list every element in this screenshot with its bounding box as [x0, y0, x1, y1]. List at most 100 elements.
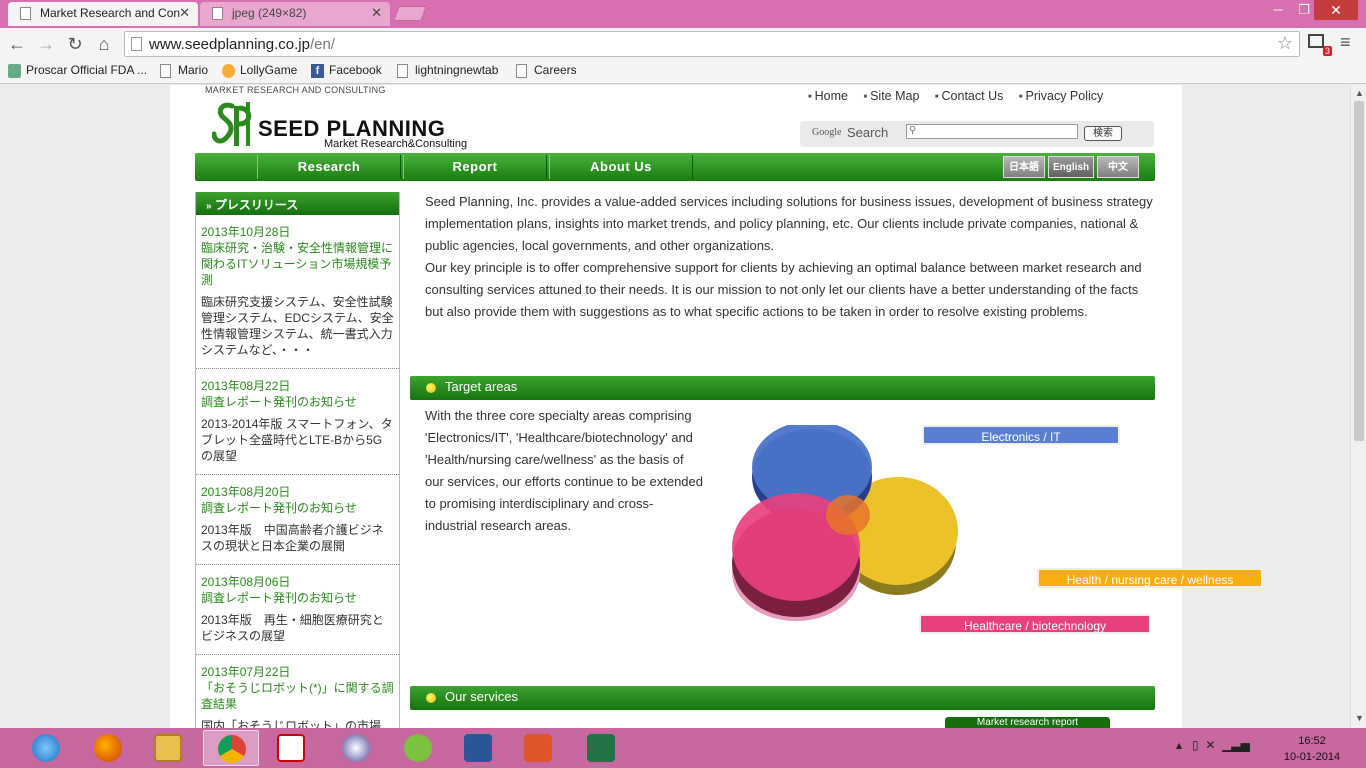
company-intro: Seed Planning, Inc. provides a value-add…	[425, 191, 1155, 323]
home-icon[interactable]: ⌂	[92, 32, 116, 56]
privacy-policy-link[interactable]: Privacy Policy	[1019, 89, 1103, 103]
lang-english[interactable]: English	[1048, 156, 1094, 178]
lollygame-icon	[222, 64, 235, 78]
news-date: 2013年07月22日	[201, 665, 291, 679]
taskbar-file-explorer[interactable]	[140, 730, 196, 766]
news-title[interactable]: 調査レポート発刊のお知らせ	[201, 394, 394, 410]
news-title[interactable]: 調査レポート発刊のお知らせ	[201, 590, 394, 606]
taskbar-firefox[interactable]	[80, 730, 136, 766]
target-areas-header: Target areas	[410, 376, 1155, 400]
news-title[interactable]: 「おそうじロボット(*)」に関する調査結果	[201, 680, 394, 712]
bookmark-facebook[interactable]: f Facebook	[311, 63, 382, 78]
nav-report[interactable]: Report	[403, 155, 547, 179]
news-item[interactable]: 2013年08月20日 調査レポート発刊のお知らせ 2013年版 中国高齢者介護…	[196, 475, 399, 565]
page-icon	[516, 64, 527, 78]
bullet-icon	[426, 693, 436, 703]
bookmark-lollygame[interactable]: LollyGame	[222, 63, 297, 78]
windows-taskbar: ▴ ▯ ✕ ▁▃▅ 16:52 10-01-2014	[0, 728, 1366, 768]
taskbar-internet-explorer[interactable]	[18, 730, 74, 766]
taskbar-gtalk[interactable]	[390, 730, 446, 766]
taskbar-excel[interactable]	[573, 730, 629, 766]
home-link[interactable]: Home	[808, 89, 848, 103]
search-button[interactable]: 検索	[1084, 126, 1122, 141]
news-item[interactable]: 2013年07月22日 「おそうじロボット(*)」に関する調査結果 国内「おそう…	[196, 655, 399, 728]
search-input[interactable]: ⚲	[906, 124, 1078, 139]
news-date: 2013年08月22日	[201, 379, 291, 393]
section-title: Our services	[445, 689, 518, 704]
taskbar-app-red[interactable]	[510, 730, 566, 766]
bookmark-lightningnewtab[interactable]: lightningnewtab	[397, 63, 498, 78]
market-research-report-box[interactable]: Market research report	[945, 717, 1110, 728]
news-title[interactable]: 調査レポート発刊のお知らせ	[201, 500, 394, 516]
news-title[interactable]: 臨床研究・治験・安全性情報管理に関わるITソリューション市場規模予測	[201, 240, 394, 288]
news-item[interactable]: 2013年10月28日 臨床研究・治験・安全性情報管理に関わるITソリューション…	[196, 215, 399, 369]
minimize-button[interactable]: ─	[1266, 2, 1290, 17]
address-bar[interactable]: www.seedplanning.co.jp/en/ ☆	[124, 31, 1300, 57]
maximize-button[interactable]: ❐	[1292, 2, 1316, 18]
page-viewport: MARKET RESEARCH AND CONSULTING SEED PLAN…	[0, 85, 1350, 728]
area-health-label: Health / nursing care / wellness	[1037, 568, 1263, 588]
scrollbar-thumb[interactable]	[1354, 101, 1364, 441]
system-clock[interactable]: 16:52 10-01-2014	[1280, 733, 1344, 765]
site-map-link[interactable]: Site Map	[863, 89, 919, 103]
reload-icon[interactable]: ↻	[63, 32, 87, 56]
talk-icon	[404, 734, 432, 762]
page-icon	[20, 7, 31, 20]
close-window-button[interactable]: ✕	[1314, 0, 1358, 20]
lang-chinese[interactable]: 中文	[1097, 156, 1139, 178]
tab-title: jpeg (249×82)	[232, 6, 307, 20]
bookmark-mario[interactable]: Mario	[160, 63, 208, 78]
sidebar-title: » プレスリリース	[196, 192, 399, 215]
pdf-icon	[277, 734, 305, 762]
taskbar-app[interactable]	[328, 730, 384, 766]
power-icon[interactable]: ▯	[1192, 738, 1199, 752]
lang-japanese[interactable]: 日本語	[1003, 156, 1045, 178]
forward-icon[interactable]: →	[34, 32, 58, 56]
news-body: 臨床研究支援システム、安全性試験管理システム、EDCシステム、安全性情報管理シス…	[201, 295, 394, 357]
taskbar-word[interactable]	[450, 730, 506, 766]
top-links: Home Site Map Contact Us Privacy Policy	[808, 89, 1115, 103]
show-hidden-icons-icon[interactable]: ▴	[1176, 738, 1182, 752]
bookmark-proscar[interactable]: Proscar Official FDA ...	[8, 63, 147, 78]
news-body: 2013-2014年版 スマートフォン、タブレット全盛時代とLTE-Bから5Gの…	[201, 417, 393, 463]
press-release-sidebar: » プレスリリース 2013年10月28日 臨床研究・治験・安全性情報管理に関わ…	[195, 192, 400, 728]
page-icon	[131, 37, 142, 51]
system-tray[interactable]: ▴ ▯ ✕ ▁▃▅	[1176, 738, 1250, 752]
extension-icon[interactable]: 3	[1308, 32, 1332, 56]
internet-explorer-icon	[32, 734, 60, 762]
page-scrollbar[interactable]: ▲ ▼	[1350, 85, 1366, 728]
new-tab-button[interactable]	[393, 6, 427, 21]
signal-icon[interactable]: ▁▃▅	[1222, 738, 1250, 752]
site-logo[interactable]: SEED PLANNING Market Research&Consulting	[212, 100, 502, 150]
bookmarks-bar: Proscar Official FDA ... Mario LollyGame…	[0, 60, 1366, 84]
back-icon[interactable]: ←	[5, 32, 29, 56]
news-body: 国内「おそうじロボット」の市場	[201, 719, 382, 728]
scroll-down-icon[interactable]: ▼	[1355, 713, 1364, 723]
tab-jpeg[interactable]: jpeg (249×82) ✕	[200, 2, 390, 26]
nav-research[interactable]: Research	[257, 155, 401, 179]
taskbar-chrome[interactable]	[203, 730, 259, 766]
news-body: 2013年版 再生・細胞医療研究とビジネスの展望	[201, 613, 384, 643]
intro-paragraph: Seed Planning, Inc. provides a value-add…	[425, 194, 1153, 253]
nav-about-us[interactable]: About Us	[549, 155, 693, 179]
chevron-down-icon: »	[206, 201, 212, 212]
site-tagline: MARKET RESEARCH AND CONSULTING	[205, 85, 386, 95]
tab-market-research[interactable]: Market Research and Con ✕	[8, 2, 198, 26]
news-date: 2013年08月06日	[201, 575, 291, 589]
network-icon[interactable]: ✕	[1205, 738, 1215, 752]
facebook-icon: f	[311, 64, 324, 78]
taskbar-acrobat[interactable]	[263, 730, 319, 766]
scroll-up-icon[interactable]: ▲	[1355, 88, 1364, 98]
news-item[interactable]: 2013年08月22日 調査レポート発刊のお知らせ 2013-2014年版 スマ…	[196, 369, 399, 475]
google-logo: Google	[812, 127, 842, 138]
folder-icon	[154, 734, 182, 762]
contact-us-link[interactable]: Contact Us	[935, 89, 1003, 103]
target-areas-diagram: Electronics / IT Health / nursing care /…	[730, 421, 1263, 640]
close-tab-icon[interactable]: ✕	[371, 5, 382, 21]
bookmark-star-icon[interactable]: ☆	[1277, 33, 1293, 54]
menu-icon[interactable]: ≡	[1340, 32, 1351, 53]
bookmark-careers[interactable]: Careers	[516, 63, 577, 78]
close-tab-icon[interactable]: ✕	[179, 5, 190, 21]
logo-subtitle: Market Research&Consulting	[324, 138, 468, 150]
news-item[interactable]: 2013年08月06日 調査レポート発刊のお知らせ 2013年版 再生・細胞医療…	[196, 565, 399, 655]
